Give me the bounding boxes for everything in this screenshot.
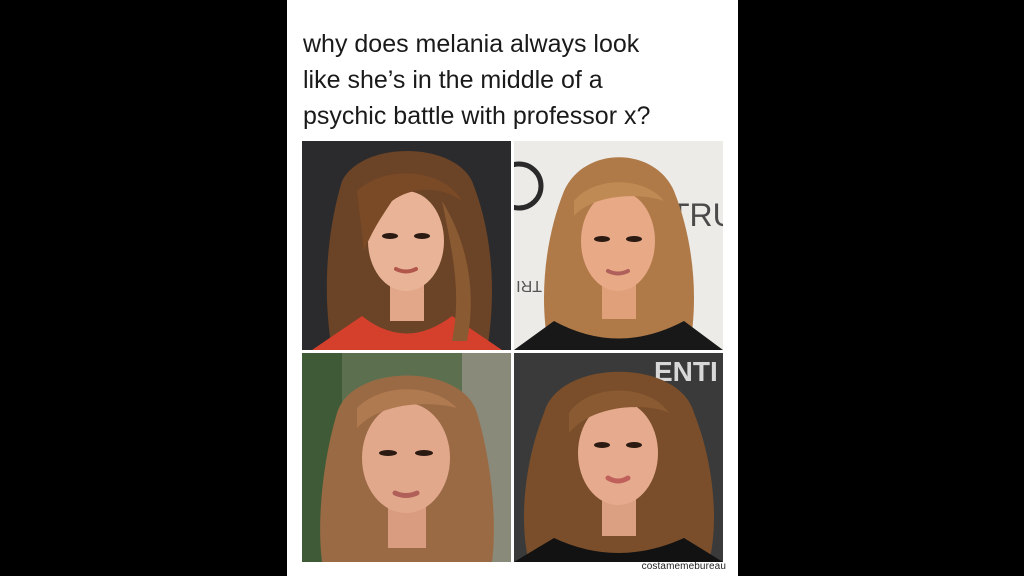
photo-top-left (302, 141, 511, 350)
backdrop-text-mirrored: TRI (516, 277, 542, 294)
meme-card: why does melania always look like she’s … (287, 0, 738, 576)
caption-line: why does melania always look (303, 30, 640, 58)
photo-bottom-left (302, 353, 511, 562)
photo-grid: TRU TRI (302, 141, 723, 562)
watermark-credit: costamemebureau (641, 561, 726, 572)
caption-line: like she’s in the middle of a (303, 66, 603, 94)
photo-bottom-right: ENTI (514, 353, 723, 562)
photo-top-right: TRU TRI (514, 141, 723, 350)
caption-line: psychic battle with professor x? (303, 102, 651, 130)
meme-caption: why does melania always look like she’s … (303, 26, 723, 134)
